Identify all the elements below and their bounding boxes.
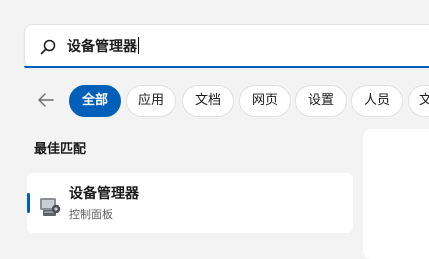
filter-chip-settings[interactable]: 设置 xyxy=(295,85,347,117)
selection-indicator xyxy=(27,193,30,213)
preview-pane xyxy=(363,129,429,259)
best-match-result[interactable]: 设备管理器 控制面板 xyxy=(27,173,353,233)
filter-chip-all[interactable]: 全部 xyxy=(69,85,121,117)
filter-chip-people[interactable]: 人员 xyxy=(351,85,403,117)
filter-chip-apps[interactable]: 应用 xyxy=(126,85,176,117)
result-title: 设备管理器 xyxy=(69,186,139,202)
filter-chip-more[interactable]: 文 xyxy=(408,85,429,117)
search-input[interactable]: 设备管理器 xyxy=(67,37,139,57)
search-input-value: 设备管理器 xyxy=(67,39,137,55)
result-subtitle: 控制面板 xyxy=(69,208,113,221)
filter-chip-documents[interactable]: 文档 xyxy=(182,85,234,117)
text-caret xyxy=(138,37,139,54)
filter-chip-web[interactable]: 网页 xyxy=(239,85,291,117)
search-box[interactable]: 设备管理器 xyxy=(24,24,429,68)
back-arrow-icon[interactable] xyxy=(36,90,56,110)
search-icon xyxy=(40,39,56,55)
best-match-heading: 最佳匹配 xyxy=(34,142,87,157)
device-manager-icon xyxy=(40,198,61,216)
